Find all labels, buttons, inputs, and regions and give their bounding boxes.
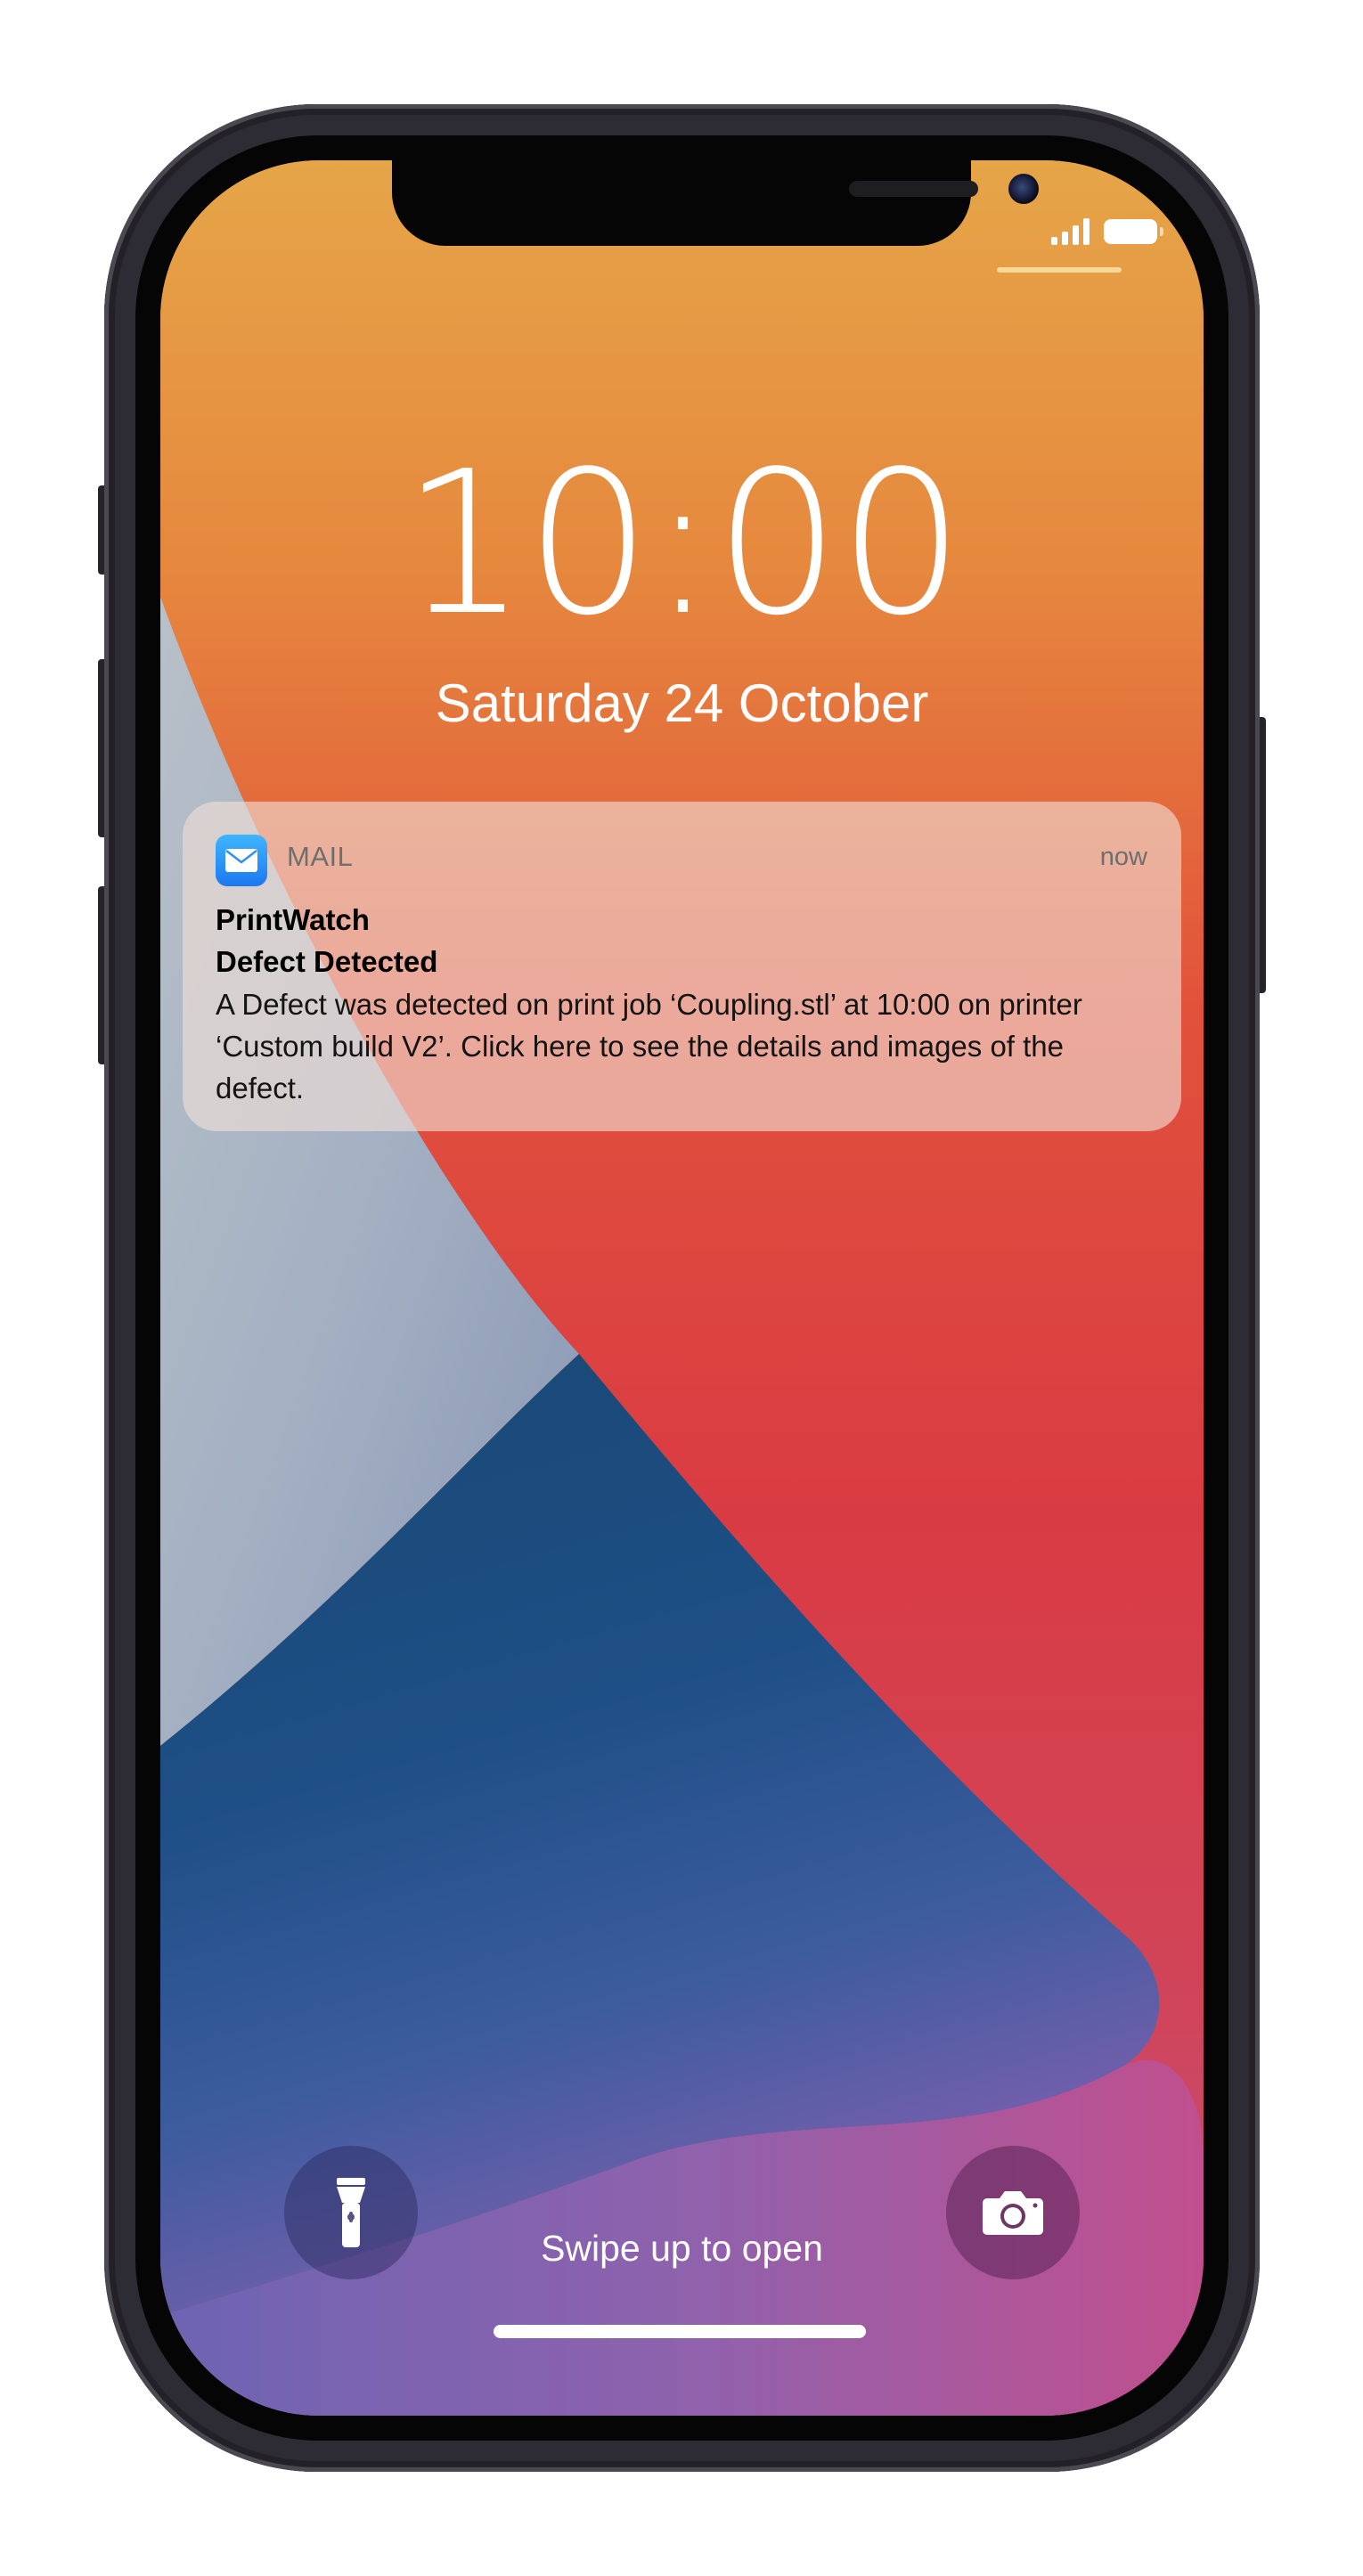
status-bar [1051, 214, 1163, 249]
mail-notification[interactable]: MAIL now PrintWatch Defect Detected A De… [183, 802, 1181, 1131]
notification-title: PrintWatch [216, 903, 370, 936]
notification-subtitle: Defect Detected [216, 945, 438, 978]
notch [392, 160, 1039, 246]
home-indicator[interactable] [494, 2325, 866, 2338]
mockup-stage: 10:00 Saturday 24 October MAIL now Print… [0, 0, 1363, 2576]
notification-timestamp: now [1099, 843, 1147, 871]
notification-body: A Defect was detected on print job ‘Coup… [216, 988, 1082, 1105]
camera-icon [983, 2191, 1043, 2235]
earpiece-speaker [849, 181, 978, 197]
mail-icon [216, 835, 267, 886]
status-indicator-line [997, 267, 1122, 273]
lock-date: Saturday 24 October [435, 673, 929, 733]
cellular-signal-icon [1051, 218, 1090, 245]
lock-time: 10:00 [401, 429, 965, 659]
swipe-up-hint: Swipe up to open [541, 2228, 823, 2269]
battery-icon [1104, 219, 1163, 244]
front-camera [1008, 174, 1039, 204]
notification-app-name: MAIL [287, 841, 354, 872]
lock-screen[interactable]: 10:00 Saturday 24 October MAIL now Print… [160, 160, 1204, 2416]
